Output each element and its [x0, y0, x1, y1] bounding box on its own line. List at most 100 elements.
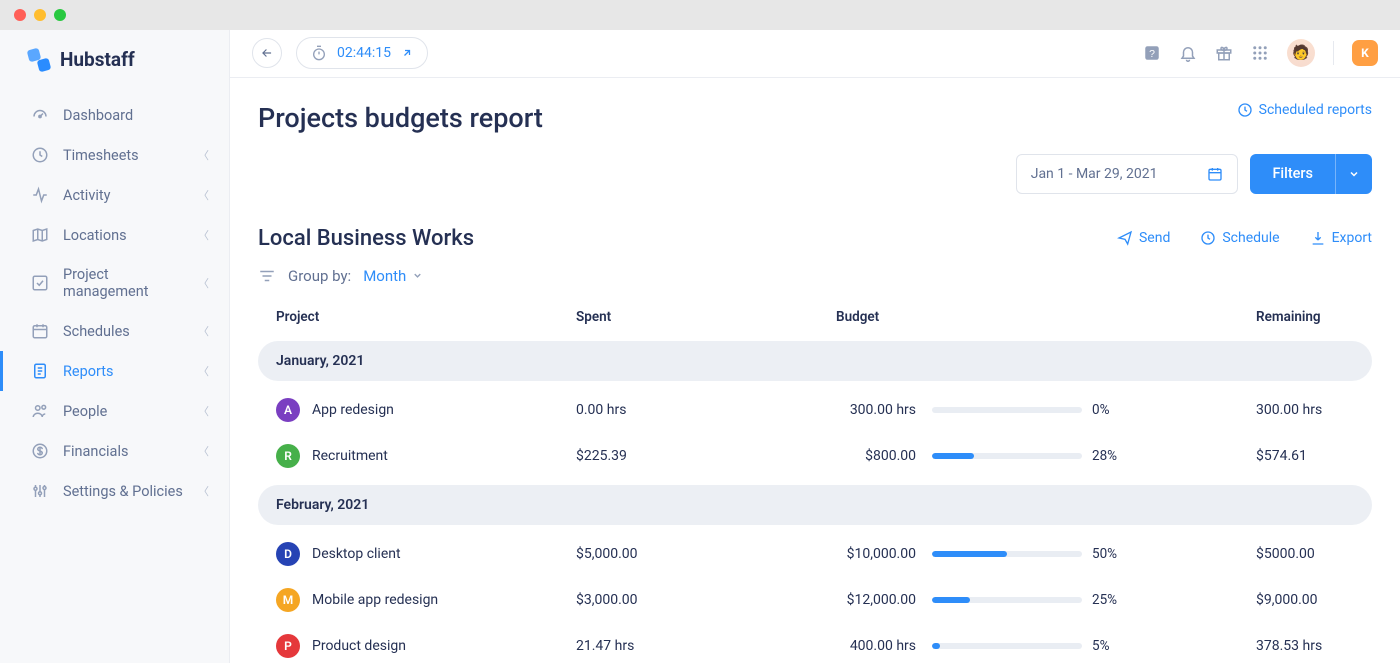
progress-bar — [932, 407, 1082, 413]
remaining-cell: $5000.00 — [1256, 546, 1376, 562]
send-icon — [1117, 230, 1133, 246]
budget-value: $800.00 — [836, 448, 922, 464]
budget-value: 300.00 hrs — [836, 402, 922, 418]
clock-icon — [31, 146, 49, 164]
progress-bar — [932, 597, 1082, 603]
date-range-value: Jan 1 - Mar 29, 2021 — [1031, 166, 1158, 182]
bell-icon[interactable] — [1179, 44, 1197, 62]
chevron-left-icon: 〈 — [198, 187, 209, 203]
sidebar-item-label: Timesheets — [63, 147, 139, 164]
sidebar-item-label: Financials — [63, 443, 128, 460]
chevron-left-icon: 〈 — [198, 443, 209, 459]
sidebar-item-financials[interactable]: Financials 〈 — [0, 431, 229, 471]
project-name: Product design — [312, 638, 406, 654]
window-minimize-dot[interactable] — [34, 9, 46, 21]
workspace-badge[interactable]: K — [1352, 40, 1378, 66]
budget-cell: $10,000.0050% — [836, 546, 1256, 562]
chevron-left-icon: 〈 — [198, 363, 209, 379]
sidebar-item-schedules[interactable]: Schedules 〈 — [0, 311, 229, 351]
sidebar-item-activity[interactable]: Activity 〈 — [0, 175, 229, 215]
col-remaining: Remaining — [1256, 309, 1376, 325]
controls-row: Jan 1 - Mar 29, 2021 Filters — [258, 154, 1372, 194]
sidebar-item-label: Activity — [63, 187, 110, 204]
col-project: Project — [276, 309, 576, 325]
calendar-icon — [31, 322, 49, 340]
send-action[interactable]: Send — [1117, 230, 1170, 246]
remaining-cell: $574.61 — [1256, 448, 1376, 464]
project-cell: P Product design — [276, 634, 576, 658]
page-title: Projects budgets report — [258, 102, 543, 134]
people-icon — [31, 402, 49, 420]
gift-icon[interactable] — [1215, 44, 1233, 62]
user-avatar[interactable]: 🧑 — [1287, 39, 1315, 67]
month-group-header: February, 2021 — [258, 485, 1372, 525]
table-row[interactable]: DDesktop client$5,000.00$10,000.0050%$50… — [258, 531, 1372, 577]
filters-dropdown-toggle[interactable] — [1335, 154, 1372, 194]
section-header: Local Business Works Send Schedule Expor… — [258, 226, 1372, 251]
remaining-cell: 300.00 hrs — [1256, 402, 1376, 418]
budget-percent: 0% — [1092, 402, 1142, 418]
table-row[interactable]: PProduct design21.47 hrs400.00 hrs5%378.… — [258, 623, 1372, 663]
sidebar-item-locations[interactable]: Locations〈 — [0, 215, 229, 255]
brand-logo[interactable]: Hubstaff — [0, 30, 229, 95]
sidebar-item-settings-policies[interactable]: Settings & Policies〈 — [0, 471, 229, 511]
topbar-right: ? 🧑 K — [1143, 39, 1378, 67]
project-cell: DDesktop client — [276, 542, 576, 566]
content: Projects budgets report Scheduled report… — [230, 78, 1400, 663]
budget-table: Project Spent Budget Remaining January, … — [258, 297, 1372, 663]
date-range-picker[interactable]: Jan 1 - Mar 29, 2021 — [1016, 154, 1239, 194]
topbar: 02:44:15 ? 🧑 K — [230, 30, 1400, 78]
table-row[interactable]: AApp redesign0.00 hrs300.00 hrs0%300.00 … — [258, 387, 1372, 433]
group-by-label: Group by: — [288, 267, 351, 285]
timer-pill[interactable]: 02:44:15 — [296, 37, 428, 69]
progress-bar — [932, 453, 1082, 459]
project-badge: P — [276, 634, 300, 658]
sidebar-item-label: Locations — [63, 227, 127, 244]
table-row[interactable]: MMobile app redesign$3,000.00$12,000.002… — [258, 577, 1372, 623]
timer-value: 02:44:15 — [337, 45, 391, 61]
help-icon[interactable]: ? — [1143, 44, 1161, 62]
sidebar-item-label: Schedules — [63, 323, 130, 340]
project-cell: AApp redesign — [276, 398, 576, 422]
sidebar-item-people[interactable]: People〈 — [0, 391, 229, 431]
list-sort-icon — [258, 267, 276, 285]
export-action[interactable]: Export — [1310, 230, 1372, 246]
spent-cell: 0.00 hrs — [576, 402, 836, 418]
project-name: Mobile app redesign — [312, 592, 438, 608]
chevron-left-icon: 〈 — [198, 275, 209, 291]
col-spent: Spent — [576, 309, 836, 325]
project-cell: RRecruitment — [276, 444, 576, 468]
schedule-action[interactable]: Schedule — [1200, 230, 1279, 246]
sidebar-item-timesheets[interactable]: Timesheets 〈 — [0, 135, 229, 175]
sidebar-item-label: Project management — [63, 266, 184, 300]
chevron-down-icon — [1348, 168, 1360, 180]
svg-text:?: ? — [1149, 48, 1155, 60]
window-close-dot[interactable] — [14, 9, 26, 21]
spent-cell: 21.47 hrs — [576, 638, 836, 654]
table-row[interactable]: RRecruitment$225.39$800.0028%$574.61 — [258, 433, 1372, 479]
col-budget: Budget — [836, 309, 1256, 325]
group-by-control: Group by: Month — [258, 267, 1372, 285]
window-zoom-dot[interactable] — [54, 9, 66, 21]
scheduled-reports-label: Scheduled reports — [1259, 102, 1372, 118]
budget-percent: 28% — [1092, 448, 1142, 464]
chevron-left-icon: 〈 — [198, 147, 209, 163]
apps-grid-icon[interactable] — [1251, 44, 1269, 62]
remaining-cell: 378.53 hrs — [1256, 638, 1376, 654]
budget-percent: 5% — [1092, 638, 1142, 654]
sidebar-nav: DashboardTimesheets〈Activity〈Locations〈P… — [0, 95, 229, 511]
budget-percent: 25% — [1092, 592, 1142, 608]
sidebar-item-reports[interactable]: Reports〈 — [0, 351, 229, 391]
scheduled-reports-link[interactable]: Scheduled reports — [1237, 102, 1372, 118]
sidebar-item-dashboard[interactable]: Dashboard — [0, 95, 229, 135]
budget-value: $12,000.00 — [836, 592, 922, 608]
group-by-value[interactable]: Month — [363, 267, 423, 285]
remaining-cell: $9,000.00 — [1256, 592, 1376, 608]
sidebar-item-project-management[interactable]: Project management 〈 — [0, 255, 229, 311]
back-button[interactable] — [252, 38, 282, 68]
calendar-icon — [1207, 166, 1223, 182]
chevron-left-icon: 〈 — [198, 323, 209, 339]
section-actions: Send Schedule Export — [1117, 230, 1372, 246]
budget-cell: 400.00 hrs5% — [836, 638, 1256, 654]
filters-button[interactable]: Filters — [1250, 154, 1372, 194]
